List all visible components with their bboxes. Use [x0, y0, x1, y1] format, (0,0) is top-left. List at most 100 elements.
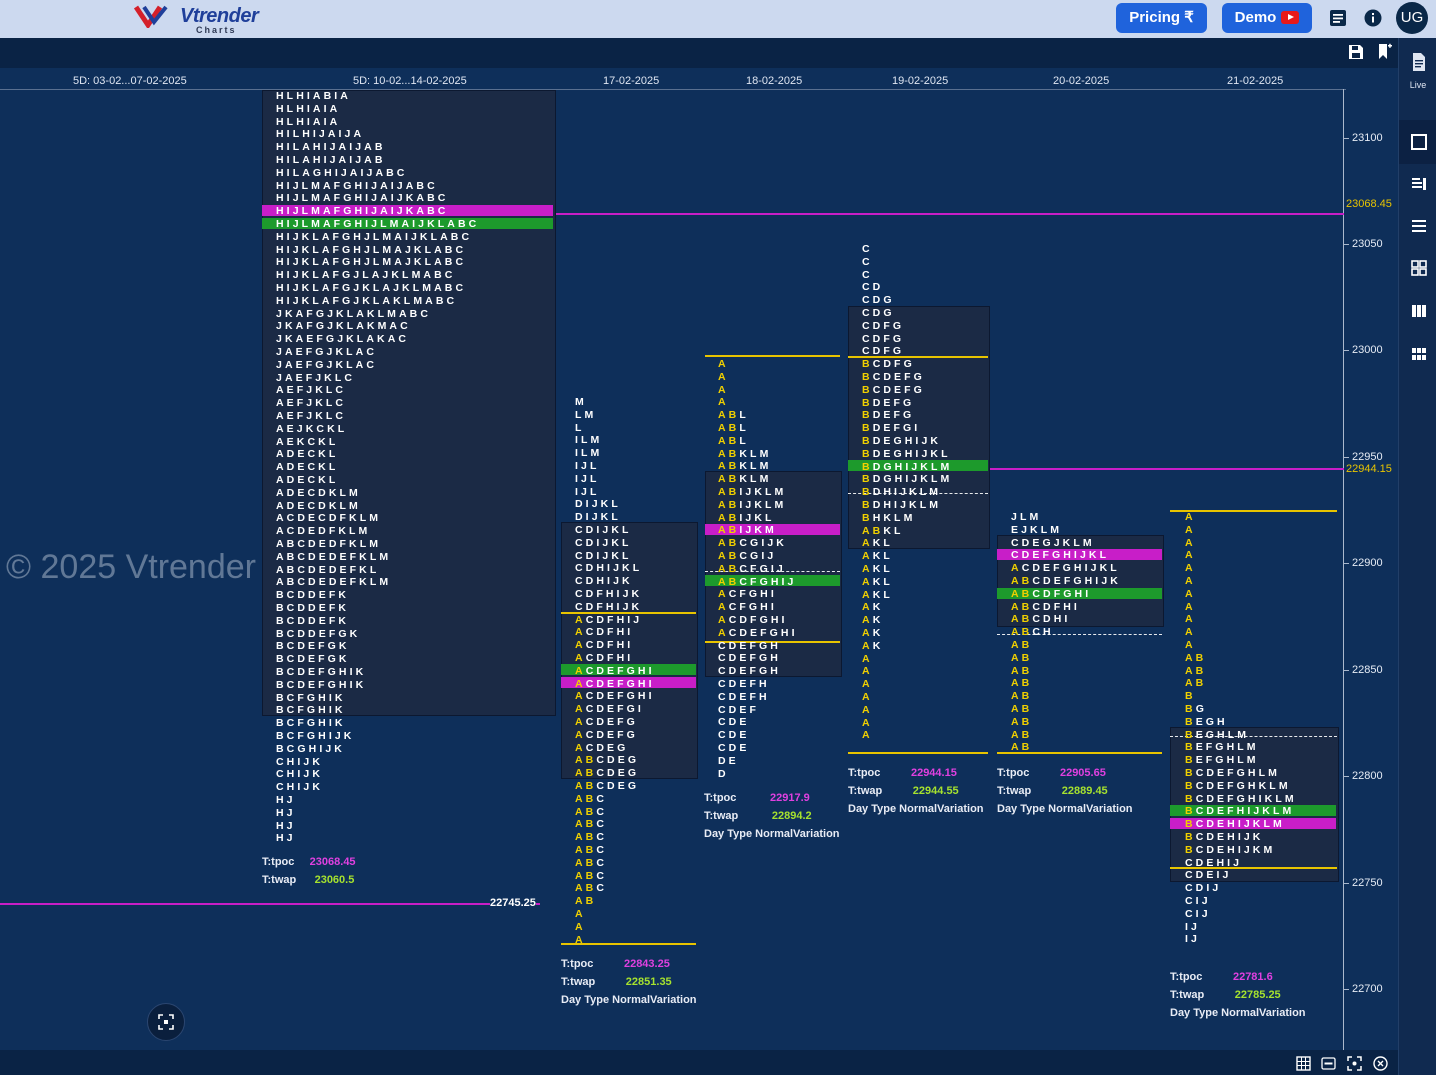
tpo-letters: JLM: [1011, 511, 1042, 523]
info-icon[interactable]: [1364, 9, 1382, 27]
tpo-letters: EGH: [1195, 715, 1228, 728]
tpo-letters: L: [739, 434, 749, 447]
twap-value: 22785.25: [1234, 989, 1281, 1001]
tpo-row: A: [718, 384, 729, 397]
save-icon[interactable]: [1348, 44, 1364, 60]
tpoc-label: T:tpoc: [1170, 971, 1203, 983]
tpo-row: HIJKLAFGHJLMAIJKLABC: [276, 230, 473, 243]
range-high-line: [705, 355, 840, 357]
tpo-letters: KLM: [739, 473, 772, 486]
tpo-row: BCDEFGHLM: [1185, 767, 1280, 780]
tpo-row: A: [862, 691, 873, 704]
tpo-opening-period: A: [1185, 562, 1196, 575]
tpo-row: A: [862, 665, 873, 678]
twap-value: 23060.5: [314, 874, 355, 886]
tpo-row: IJL: [575, 460, 599, 473]
tpo-opening-period: B: [862, 511, 873, 524]
tpo-opening-period: B: [862, 371, 873, 383]
tpo-opening-period: AB: [575, 780, 597, 792]
tpo-row: ABC: [575, 857, 607, 870]
tpo-opening-period: A: [862, 563, 873, 575]
close-circle-icon[interactable]: [1373, 1056, 1388, 1071]
tpo-row: HLHIAIA: [276, 102, 341, 115]
tpo-row: AK: [862, 627, 883, 640]
table-icon[interactable]: [1296, 1056, 1311, 1071]
tpo-row: A: [1185, 511, 1196, 524]
fullscreen-button[interactable]: [147, 1003, 185, 1041]
abc-label-icon[interactable]: [1321, 1056, 1336, 1071]
tpo-letters: CDFG: [862, 332, 905, 345]
tpo-row: ACFGHI: [718, 601, 777, 614]
tpo-row: CDIJKL: [575, 537, 632, 550]
tpo-letters: DIJKL: [575, 511, 621, 524]
tpo-row: A: [862, 717, 873, 730]
notes-icon[interactable]: [1329, 9, 1347, 27]
tpo-letters: K: [872, 639, 884, 652]
tpo-row: HLHIAIA: [276, 115, 341, 128]
brand-subtitle: Charts: [196, 25, 237, 35]
list-view-icon[interactable]: [1409, 174, 1429, 194]
tpo-row: AB: [1185, 665, 1206, 678]
tpo-row: IJ: [1185, 933, 1200, 946]
tpo-row: ABCGIJ: [718, 550, 776, 563]
tpo-opening-period: B: [1185, 728, 1196, 741]
tpo-row: ACDFHI: [575, 639, 633, 652]
tpo-row: A: [1185, 588, 1196, 601]
tpo-opening-period: AB: [1011, 613, 1033, 626]
tpo-row: A: [575, 921, 586, 934]
tpo-letters: CDIJKL: [575, 536, 632, 549]
rows-view-icon[interactable]: [1409, 216, 1429, 236]
bookmark-add-icon[interactable]: [1377, 43, 1393, 61]
tpo-opening-period: AB: [1011, 575, 1033, 587]
tpo-row: HIJLMAFGHIJAIJABC: [276, 179, 438, 192]
daytype-value: NormalVariation: [1221, 1007, 1306, 1019]
tpo-letters: CDG: [862, 307, 895, 319]
tpo-letters: CDEFH: [718, 678, 770, 690]
prev-tpoc-line: [990, 468, 1344, 470]
price-tag: 22944.15: [1346, 463, 1392, 475]
tpo-letters: CDEFGHLM: [1195, 767, 1280, 779]
tpo-opening-period: A: [1185, 575, 1196, 587]
youtube-icon: [1281, 10, 1300, 24]
tpo-row: EJKLM: [1011, 524, 1062, 537]
tpo-letters: G: [1195, 703, 1207, 715]
tpoc-label: T:tpoc: [997, 767, 1030, 779]
tpo-opening-period: A: [575, 908, 586, 920]
columns-view-icon[interactable]: [1409, 301, 1429, 321]
demo-button[interactable]: Demo: [1222, 3, 1312, 33]
tpo-row: HIJKLAFGHJLMAJKLABC: [276, 243, 467, 256]
tpo-opening-period: B: [862, 447, 873, 460]
tpo-letters: CFGIJ: [739, 562, 786, 575]
profile-stats: T:tpoc 22944.15 T:twap 22944.55 Day Type…: [848, 764, 984, 818]
tiles-view-icon[interactable]: [1409, 344, 1429, 364]
user-avatar[interactable]: UG: [1396, 2, 1428, 34]
tpo-letters: C: [596, 792, 608, 805]
tpo-row: AB: [1011, 741, 1032, 754]
single-view-icon[interactable]: [1409, 132, 1429, 152]
tpo-row: ABIJKLM: [718, 499, 786, 512]
tpo-row: AKL: [862, 537, 893, 550]
tpo-row: BCDEFGK: [276, 640, 350, 653]
live-page-icon[interactable]: [1409, 52, 1429, 72]
tpo-opening-period: B: [1185, 831, 1196, 843]
pricing-button[interactable]: Pricing ₹: [1116, 3, 1207, 33]
tpo-row: BCDEHIJKM: [1185, 844, 1275, 857]
twap-value: 22851.35: [625, 976, 672, 988]
tpo-opening-period: B: [862, 383, 873, 396]
tpo-opening-period: AB: [1011, 741, 1033, 754]
grid-view-icon[interactable]: [1409, 258, 1429, 278]
tpo-row: HIJKLAFGJKLAKLMABC: [276, 294, 458, 307]
tpo-opening-period: B: [862, 460, 873, 473]
tpo-row: AK: [862, 614, 883, 627]
tpo-opening-period: A: [718, 370, 729, 383]
tpo-row: ABCDFHI: [1011, 601, 1080, 614]
tpo-opening-period: AB: [575, 818, 597, 831]
tpo-opening-period: AB: [575, 856, 597, 869]
tpo-letters: CDEFGH: [718, 652, 781, 665]
tpo-letters: CDFG: [862, 319, 905, 332]
tpo-row: ABC: [575, 806, 607, 819]
tpo-row: AB: [1011, 639, 1032, 652]
fit-screen-icon[interactable]: [1347, 1056, 1362, 1071]
tpo-row: ILM: [575, 434, 602, 447]
tpo-letters: EJKLM: [1011, 523, 1063, 536]
